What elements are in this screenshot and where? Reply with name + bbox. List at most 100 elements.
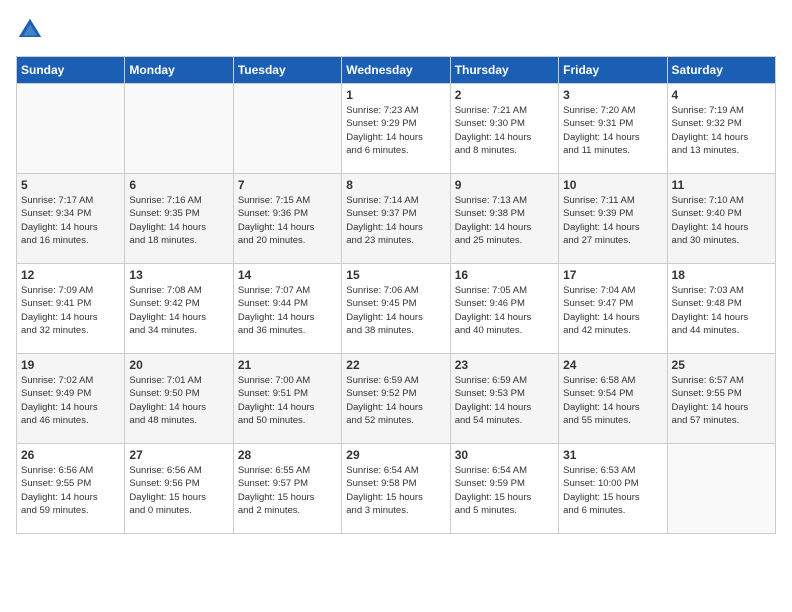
day-number: 1	[346, 88, 445, 102]
day-info: Sunrise: 6:59 AM Sunset: 9:53 PM Dayligh…	[455, 374, 554, 427]
calendar-cell: 5 Sunrise: 7:17 AM Sunset: 9:34 PM Daylig…	[17, 174, 125, 264]
day-number: 30	[455, 448, 554, 462]
day-info: Sunrise: 6:58 AM Sunset: 9:54 PM Dayligh…	[563, 374, 662, 427]
day-number: 6	[129, 178, 228, 192]
calendar-cell: 19 Sunrise: 7:02 AM Sunset: 9:49 PM Dayli…	[17, 354, 125, 444]
day-number: 22	[346, 358, 445, 372]
calendar-cell: 4 Sunrise: 7:19 AM Sunset: 9:32 PM Daylig…	[667, 84, 775, 174]
day-number: 7	[238, 178, 337, 192]
calendar-header-row: SundayMondayTuesdayWednesdayThursdayFrid…	[17, 57, 776, 84]
day-number: 28	[238, 448, 337, 462]
calendar-cell: 11 Sunrise: 7:10 AM Sunset: 9:40 PM Dayli…	[667, 174, 775, 264]
day-number: 15	[346, 268, 445, 282]
day-info: Sunrise: 7:23 AM Sunset: 9:29 PM Dayligh…	[346, 104, 445, 157]
calendar-cell: 28 Sunrise: 6:55 AM Sunset: 9:57 PM Dayli…	[233, 444, 341, 534]
calendar-week-row: 1 Sunrise: 7:23 AM Sunset: 9:29 PM Daylig…	[17, 84, 776, 174]
calendar-week-row: 5 Sunrise: 7:17 AM Sunset: 9:34 PM Daylig…	[17, 174, 776, 264]
calendar-cell: 24Sunrise: 6:58 AM Sunset: 9:54 PM Dayli…	[559, 354, 667, 444]
calendar-cell: 27 Sunrise: 6:56 AM Sunset: 9:56 PM Dayli…	[125, 444, 233, 534]
day-info: Sunrise: 7:14 AM Sunset: 9:37 PM Dayligh…	[346, 194, 445, 247]
logo-icon	[16, 16, 44, 44]
day-number: 2	[455, 88, 554, 102]
day-info: Sunrise: 7:11 AM Sunset: 9:39 PM Dayligh…	[563, 194, 662, 247]
calendar-cell: 1 Sunrise: 7:23 AM Sunset: 9:29 PM Daylig…	[342, 84, 450, 174]
calendar-cell: 16Sunrise: 7:05 AM Sunset: 9:46 PM Dayli…	[450, 264, 558, 354]
day-number: 3	[563, 88, 662, 102]
header-wednesday: Wednesday	[342, 57, 450, 84]
calendar-cell: 21 Sunrise: 7:00 AM Sunset: 9:51 PM Dayli…	[233, 354, 341, 444]
header-monday: Monday	[125, 57, 233, 84]
day-info: Sunrise: 6:57 AM Sunset: 9:55 PM Dayligh…	[672, 374, 771, 427]
calendar-cell: 15 Sunrise: 7:06 AM Sunset: 9:45 PM Dayli…	[342, 264, 450, 354]
calendar-cell: 9 Sunrise: 7:13 AM Sunset: 9:38 PM Daylig…	[450, 174, 558, 264]
calendar-cell: 13 Sunrise: 7:08 AM Sunset: 9:42 PM Dayli…	[125, 264, 233, 354]
calendar-cell: 30Sunrise: 6:54 AM Sunset: 9:59 PM Dayli…	[450, 444, 558, 534]
day-info: Sunrise: 6:56 AM Sunset: 9:56 PM Dayligh…	[129, 464, 228, 517]
day-info: Sunrise: 7:16 AM Sunset: 9:35 PM Dayligh…	[129, 194, 228, 247]
day-info: Sunrise: 7:07 AM Sunset: 9:44 PM Dayligh…	[238, 284, 337, 337]
header-sunday: Sunday	[17, 57, 125, 84]
header-saturday: Saturday	[667, 57, 775, 84]
calendar-cell: 23 Sunrise: 6:59 AM Sunset: 9:53 PM Dayli…	[450, 354, 558, 444]
page-header	[16, 16, 776, 44]
day-number: 8	[346, 178, 445, 192]
day-number: 5	[21, 178, 120, 192]
day-number: 11	[672, 178, 771, 192]
calendar-cell: 26 Sunrise: 6:56 AM Sunset: 9:55 PM Dayli…	[17, 444, 125, 534]
day-number: 4	[672, 88, 771, 102]
calendar-cell: 2 Sunrise: 7:21 AM Sunset: 9:30 PM Daylig…	[450, 84, 558, 174]
day-info: Sunrise: 7:03 AM Sunset: 9:48 PM Dayligh…	[672, 284, 771, 337]
day-number: 10	[563, 178, 662, 192]
calendar-cell	[233, 84, 341, 174]
day-info: Sunrise: 7:08 AM Sunset: 9:42 PM Dayligh…	[129, 284, 228, 337]
calendar-cell	[667, 444, 775, 534]
day-info: Sunrise: 7:06 AM Sunset: 9:45 PM Dayligh…	[346, 284, 445, 337]
day-info: Sunrise: 7:09 AM Sunset: 9:41 PM Dayligh…	[21, 284, 120, 337]
day-info: Sunrise: 7:01 AM Sunset: 9:50 PM Dayligh…	[129, 374, 228, 427]
day-number: 26	[21, 448, 120, 462]
calendar-week-row: 19 Sunrise: 7:02 AM Sunset: 9:49 PM Dayli…	[17, 354, 776, 444]
day-info: Sunrise: 7:21 AM Sunset: 9:30 PM Dayligh…	[455, 104, 554, 157]
day-info: Sunrise: 7:15 AM Sunset: 9:36 PM Dayligh…	[238, 194, 337, 247]
day-number: 14	[238, 268, 337, 282]
day-info: Sunrise: 7:17 AM Sunset: 9:34 PM Dayligh…	[21, 194, 120, 247]
calendar-cell: 17 Sunrise: 7:04 AM Sunset: 9:47 PM Dayli…	[559, 264, 667, 354]
calendar-cell: 18Sunrise: 7:03 AM Sunset: 9:48 PM Dayli…	[667, 264, 775, 354]
day-info: Sunrise: 6:56 AM Sunset: 9:55 PM Dayligh…	[21, 464, 120, 517]
calendar-cell: 22 Sunrise: 6:59 AM Sunset: 9:52 PM Dayli…	[342, 354, 450, 444]
day-info: Sunrise: 7:02 AM Sunset: 9:49 PM Dayligh…	[21, 374, 120, 427]
calendar-cell: 25Sunrise: 6:57 AM Sunset: 9:55 PM Dayli…	[667, 354, 775, 444]
calendar-cell	[17, 84, 125, 174]
calendar-cell: 3Sunrise: 7:20 AM Sunset: 9:31 PM Daylig…	[559, 84, 667, 174]
header-thursday: Thursday	[450, 57, 558, 84]
calendar-cell: 29Sunrise: 6:54 AM Sunset: 9:58 PM Dayli…	[342, 444, 450, 534]
day-info: Sunrise: 7:19 AM Sunset: 9:32 PM Dayligh…	[672, 104, 771, 157]
day-number: 23	[455, 358, 554, 372]
day-info: Sunrise: 6:59 AM Sunset: 9:52 PM Dayligh…	[346, 374, 445, 427]
day-number: 13	[129, 268, 228, 282]
day-number: 17	[563, 268, 662, 282]
day-info: Sunrise: 7:10 AM Sunset: 9:40 PM Dayligh…	[672, 194, 771, 247]
day-number: 27	[129, 448, 228, 462]
day-number: 29	[346, 448, 445, 462]
calendar-cell: 7 Sunrise: 7:15 AM Sunset: 9:36 PM Daylig…	[233, 174, 341, 264]
calendar-cell: 6 Sunrise: 7:16 AM Sunset: 9:35 PM Daylig…	[125, 174, 233, 264]
calendar-week-row: 26 Sunrise: 6:56 AM Sunset: 9:55 PM Dayli…	[17, 444, 776, 534]
calendar-cell: 14 Sunrise: 7:07 AM Sunset: 9:44 PM Dayli…	[233, 264, 341, 354]
day-number: 31	[563, 448, 662, 462]
day-info: Sunrise: 6:53 AM Sunset: 10:00 PM Daylig…	[563, 464, 662, 517]
day-info: Sunrise: 6:55 AM Sunset: 9:57 PM Dayligh…	[238, 464, 337, 517]
day-number: 12	[21, 268, 120, 282]
calendar-cell: 20 Sunrise: 7:01 AM Sunset: 9:50 PM Dayli…	[125, 354, 233, 444]
logo	[16, 16, 48, 44]
day-number: 21	[238, 358, 337, 372]
day-number: 9	[455, 178, 554, 192]
calendar-week-row: 12 Sunrise: 7:09 AM Sunset: 9:41 PM Dayli…	[17, 264, 776, 354]
day-number: 19	[21, 358, 120, 372]
day-info: Sunrise: 7:04 AM Sunset: 9:47 PM Dayligh…	[563, 284, 662, 337]
day-number: 20	[129, 358, 228, 372]
header-tuesday: Tuesday	[233, 57, 341, 84]
day-info: Sunrise: 7:13 AM Sunset: 9:38 PM Dayligh…	[455, 194, 554, 247]
day-info: Sunrise: 7:00 AM Sunset: 9:51 PM Dayligh…	[238, 374, 337, 427]
calendar-cell: 31 Sunrise: 6:53 AM Sunset: 10:00 PM Dayl…	[559, 444, 667, 534]
